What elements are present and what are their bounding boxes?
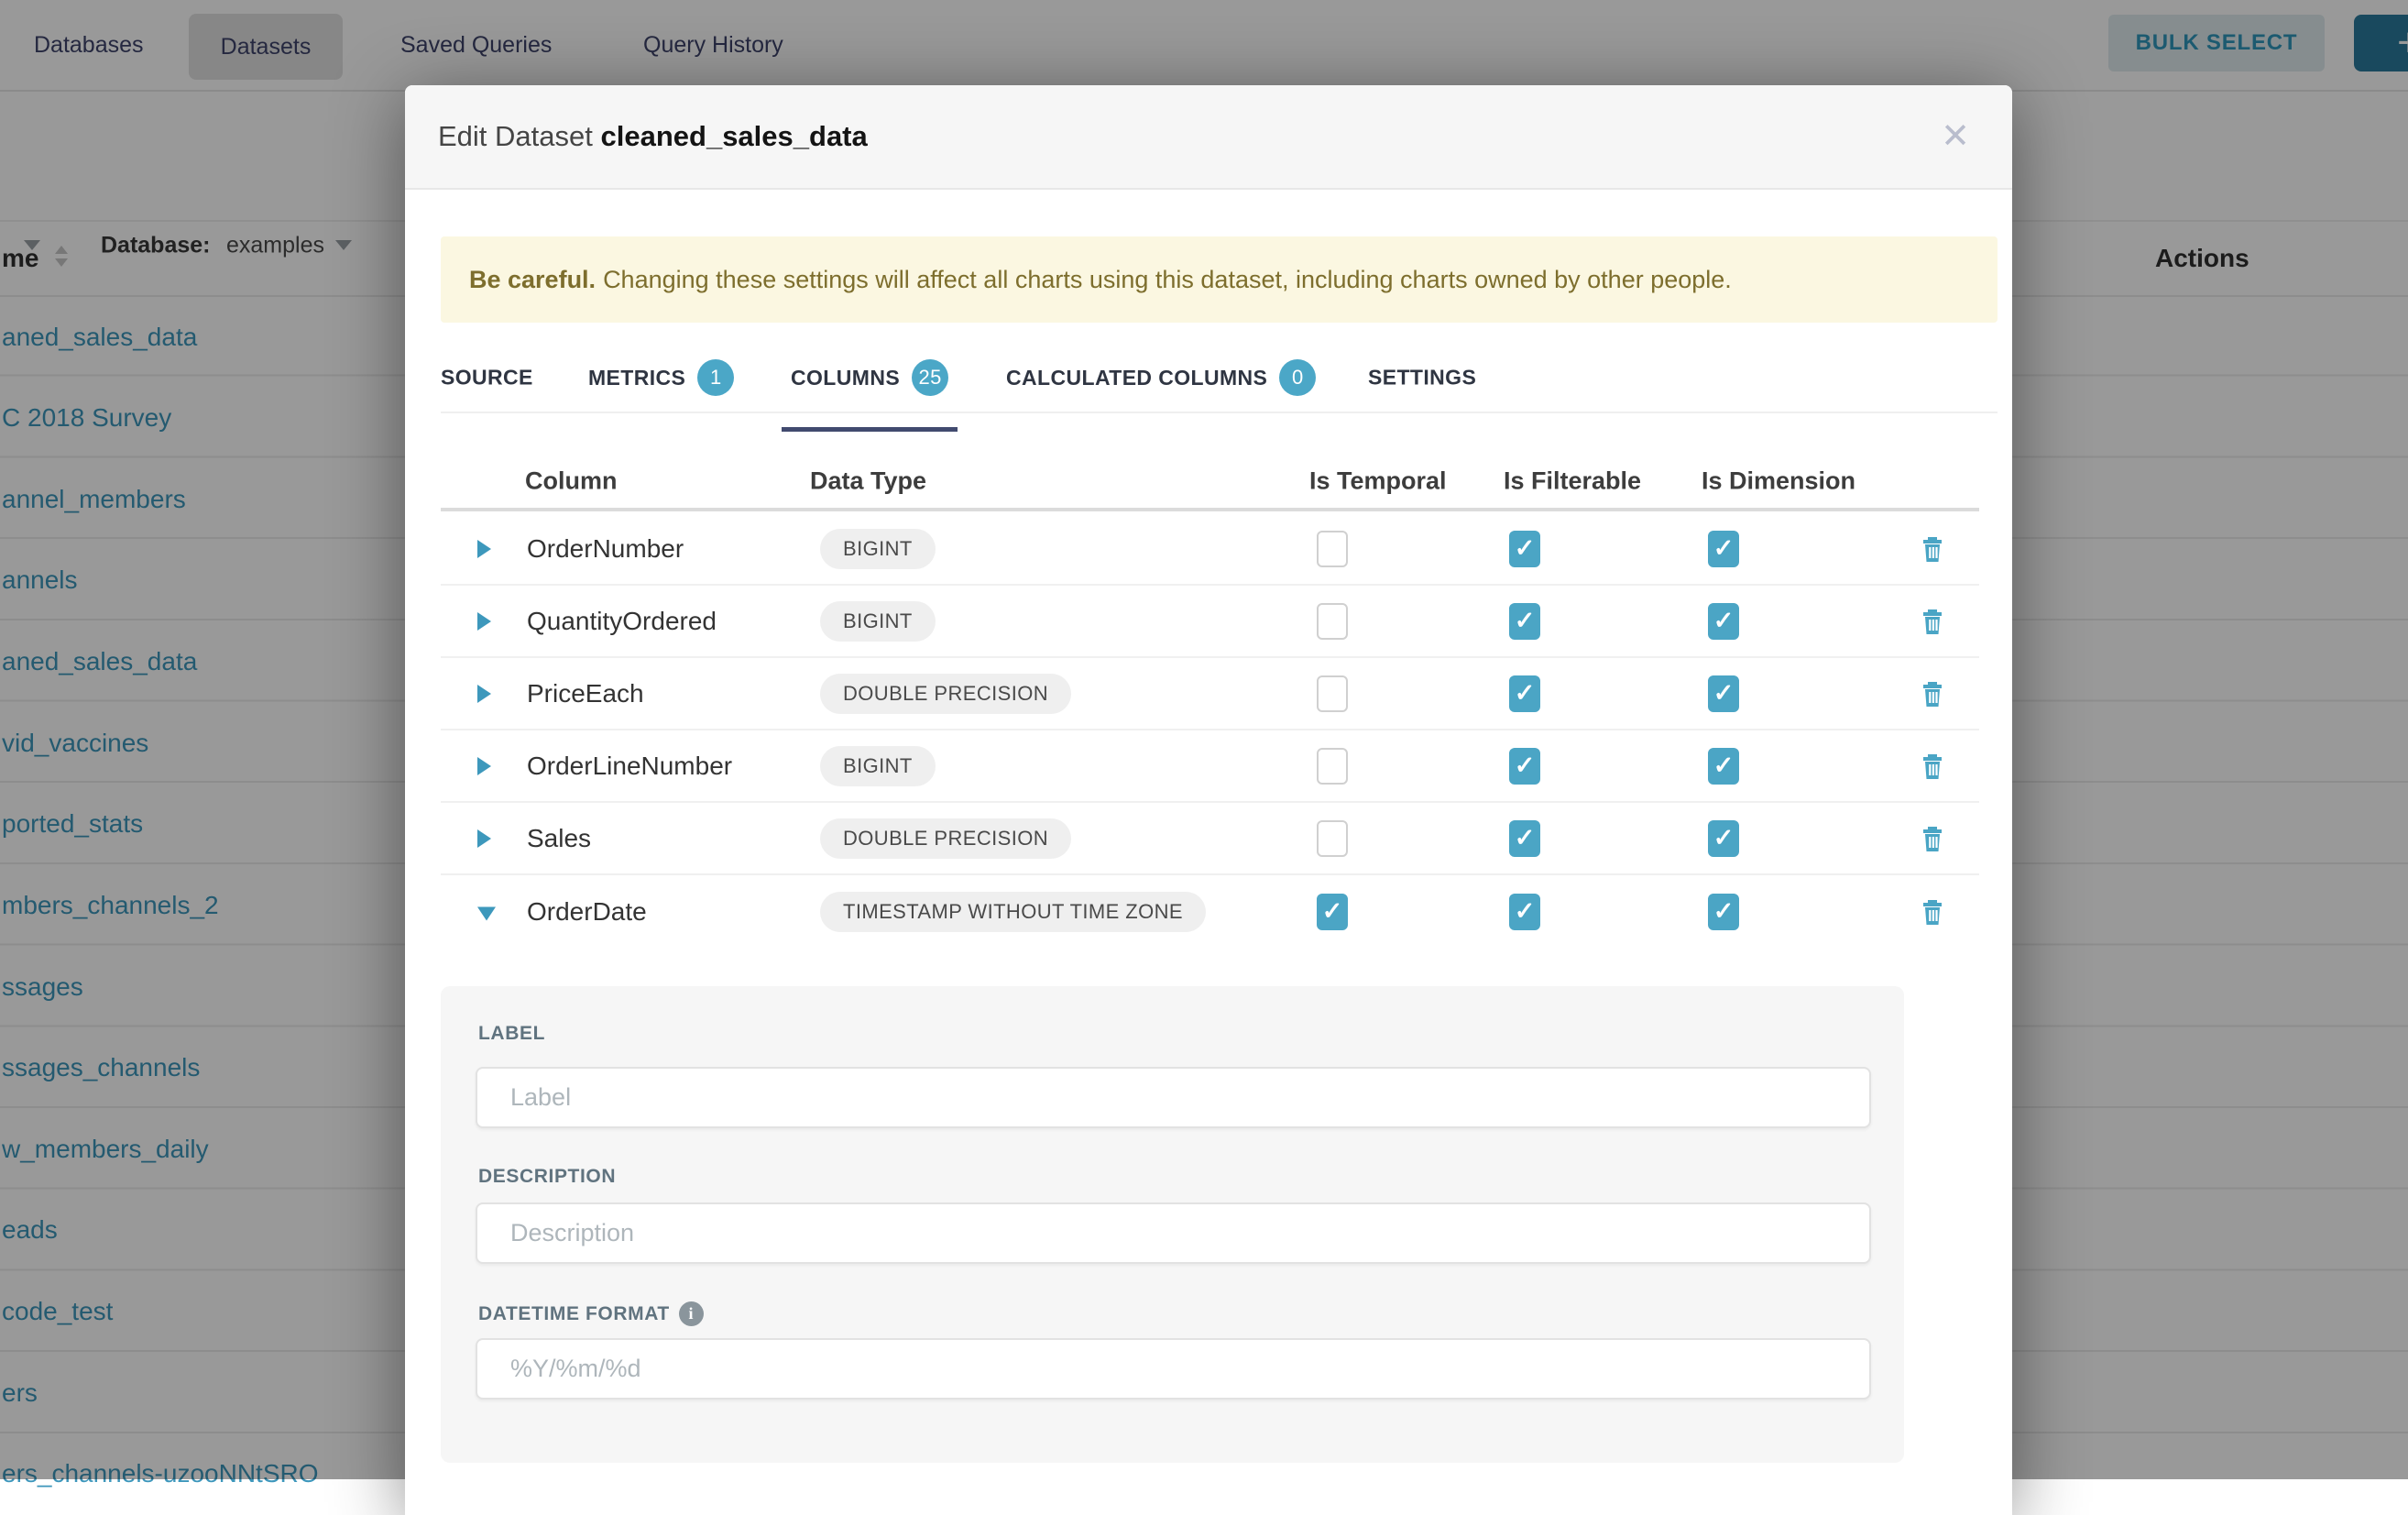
delete-column-icon[interactable] (1921, 752, 1944, 780)
metrics-count-badge: 1 (697, 359, 734, 396)
is-filterable-checkbox[interactable]: ✓ (1509, 531, 1540, 567)
modal-dataset-name: cleaned_sales_data (601, 120, 868, 152)
check-icon: ✓ (1713, 609, 1735, 633)
column-name: OrderNumber (527, 534, 684, 564)
is-dimension-checkbox[interactable]: ✓ (1708, 675, 1739, 712)
is-dimension-checkbox[interactable]: ✓ (1708, 603, 1739, 640)
column-name: QuantityOrdered (527, 607, 717, 636)
is-temporal-checkbox[interactable]: ✓ (1317, 675, 1348, 712)
datetime-format-input[interactable] (476, 1338, 1871, 1400)
is-dimension-checkbox[interactable]: ✓ (1708, 894, 1739, 930)
delete-column-icon[interactable] (1921, 898, 1944, 926)
check-icon: ✓ (1322, 899, 1343, 924)
column-name: PriceEach (527, 679, 644, 708)
data-type-pill: BIGINT (820, 601, 936, 642)
delete-column-icon[interactable] (1921, 608, 1944, 635)
is-temporal-header: Is Temporal (1309, 467, 1447, 496)
is-filterable-checkbox[interactable]: ✓ (1509, 748, 1540, 785)
is-dimension-checkbox[interactable]: ✓ (1708, 820, 1739, 857)
table-row: PriceEach DOUBLE PRECISION ✓ ✓ ✓ (441, 658, 1979, 730)
modal-header: Edit Dataset cleaned_sales_data ✕ (405, 85, 2012, 190)
divider (441, 508, 1979, 511)
table-row: OrderNumber BIGINT ✓ ✓ ✓ (441, 513, 1979, 586)
check-icon: ✓ (1515, 899, 1536, 924)
column-name: Sales (527, 824, 591, 853)
table-row-expanded: OrderDate TIMESTAMP WITHOUT TIME ZONE ✓ … (441, 875, 1979, 948)
data-type-header: Data Type (810, 467, 926, 496)
check-icon: ✓ (1713, 899, 1735, 924)
tab-source[interactable]: SOURCE (432, 366, 542, 390)
data-type-pill: DOUBLE PRECISION (820, 674, 1071, 714)
is-filterable-checkbox[interactable]: ✓ (1509, 894, 1540, 930)
check-icon: ✓ (1515, 609, 1536, 633)
check-icon: ✓ (1515, 536, 1536, 561)
expand-caret-icon[interactable] (477, 829, 491, 848)
columns-table: OrderNumber BIGINT ✓ ✓ ✓ QuantityOrdered… (441, 513, 1979, 948)
data-type-pill: TIMESTAMP WITHOUT TIME ZONE (820, 892, 1206, 932)
is-dimension-header: Is Dimension (1702, 467, 1855, 496)
is-temporal-checkbox[interactable]: ✓ (1317, 603, 1348, 640)
columns-count-badge: 25 (912, 359, 948, 396)
tab-columns[interactable]: COLUMNS25 (782, 359, 958, 396)
tab-settings[interactable]: SETTINGS (1359, 366, 1485, 390)
data-type-pill: BIGINT (820, 529, 936, 569)
data-type-pill: DOUBLE PRECISION (820, 818, 1071, 859)
is-temporal-checkbox[interactable]: ✓ (1317, 531, 1348, 567)
is-dimension-checkbox[interactable]: ✓ (1708, 748, 1739, 785)
edit-dataset-modal: Edit Dataset cleaned_sales_data ✕ Be car… (405, 85, 2012, 1515)
description-section-title: DESCRIPTION (478, 1166, 616, 1188)
delete-column-icon[interactable] (1921, 825, 1944, 852)
column-name: OrderDate (527, 897, 647, 927)
column-detail-panel: LABEL DESCRIPTION DATETIME FORMAT i (441, 986, 1904, 1463)
is-filterable-header: Is Filterable (1504, 467, 1641, 496)
warning-banner: Be careful. Changing these settings will… (441, 236, 1998, 323)
warning-bold-text: Be careful. (469, 266, 596, 294)
expand-caret-icon[interactable] (477, 685, 491, 703)
calculated-columns-count-badge: 0 (1279, 359, 1316, 396)
check-icon: ✓ (1713, 826, 1735, 851)
tab-metrics[interactable]: METRICS1 (579, 359, 743, 396)
is-temporal-checkbox[interactable]: ✓ (1317, 894, 1348, 930)
is-filterable-checkbox[interactable]: ✓ (1509, 603, 1540, 640)
expand-caret-icon[interactable] (477, 757, 491, 775)
label-section-title: LABEL (478, 1023, 545, 1045)
check-icon: ✓ (1713, 536, 1735, 561)
delete-column-icon[interactable] (1921, 535, 1944, 563)
table-row: QuantityOrdered BIGINT ✓ ✓ ✓ (441, 586, 1979, 658)
expand-caret-icon[interactable] (477, 612, 491, 631)
info-icon[interactable]: i (679, 1301, 704, 1326)
is-dimension-checkbox[interactable]: ✓ (1708, 531, 1739, 567)
tab-calculated-columns[interactable]: CALCULATED COLUMNS0 (997, 359, 1325, 396)
check-icon: ✓ (1515, 681, 1536, 706)
close-icon[interactable]: ✕ (1941, 119, 1970, 154)
check-icon: ✓ (1515, 826, 1536, 851)
label-input[interactable] (476, 1067, 1871, 1128)
check-icon: ✓ (1713, 753, 1735, 778)
delete-column-icon[interactable] (1921, 680, 1944, 708)
table-row: Sales DOUBLE PRECISION ✓ ✓ ✓ (441, 803, 1979, 875)
collapse-caret-icon[interactable] (477, 906, 496, 920)
column-header: Column (525, 467, 618, 496)
is-temporal-checkbox[interactable]: ✓ (1317, 748, 1348, 785)
modal-title: Edit Dataset cleaned_sales_data (438, 120, 868, 153)
divider (441, 412, 1998, 413)
check-icon: ✓ (1515, 753, 1536, 778)
column-name: OrderLineNumber (527, 752, 732, 781)
description-input[interactable] (476, 1202, 1871, 1264)
warning-text: Changing these settings will affect all … (603, 266, 1732, 294)
is-filterable-checkbox[interactable]: ✓ (1509, 820, 1540, 857)
expand-caret-icon[interactable] (477, 540, 491, 558)
modal-title-prefix: Edit Dataset (438, 120, 593, 152)
data-type-pill: BIGINT (820, 746, 936, 786)
table-row: OrderLineNumber BIGINT ✓ ✓ ✓ (441, 730, 1979, 803)
datetime-format-section-title: DATETIME FORMAT i (478, 1301, 704, 1326)
check-icon: ✓ (1713, 681, 1735, 706)
is-filterable-checkbox[interactable]: ✓ (1509, 675, 1540, 712)
is-temporal-checkbox[interactable]: ✓ (1317, 820, 1348, 857)
